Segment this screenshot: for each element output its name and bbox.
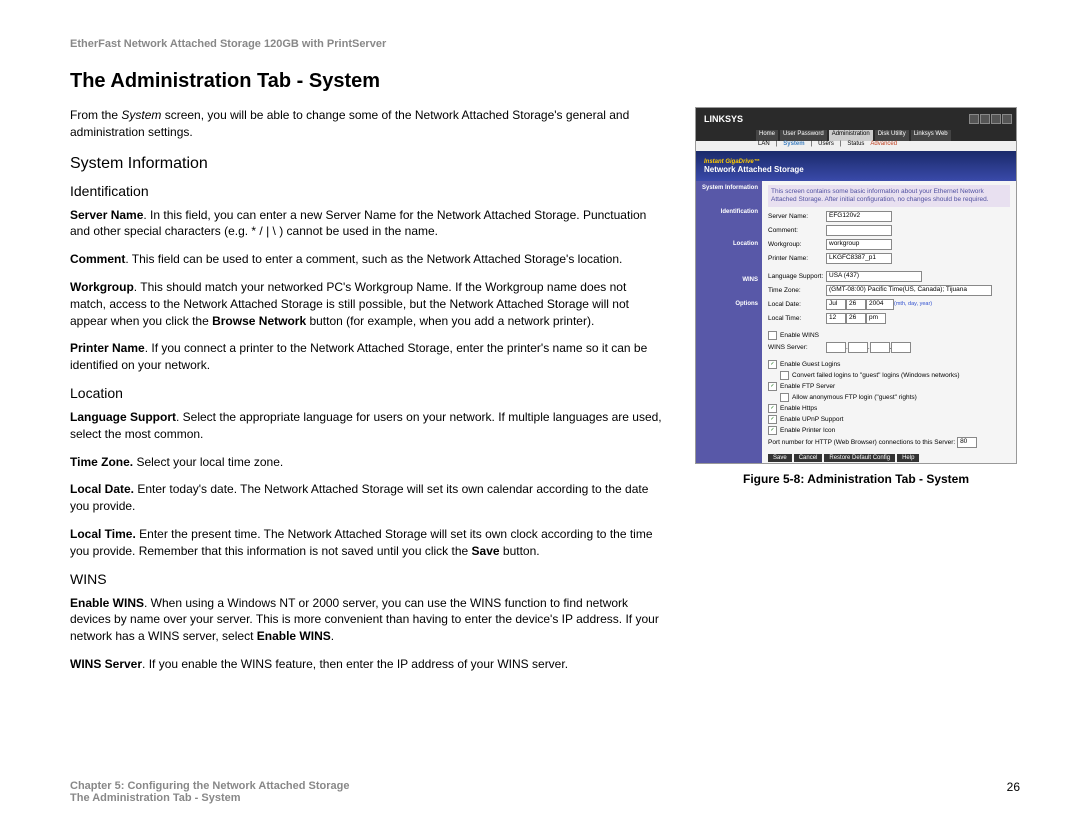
- help-button[interactable]: Help: [897, 454, 919, 462]
- figure-screenshot: LINKSYS Home User Password Administratio…: [695, 107, 1017, 464]
- para-server-name: Server Name. In this field, you can ente…: [70, 207, 665, 241]
- button-row: Save Cancel Restore Default Config Help: [768, 454, 1010, 462]
- sidebar-options: Options: [696, 301, 758, 307]
- restore-button[interactable]: Restore Default Config: [824, 454, 895, 462]
- enable-https-checkbox[interactable]: [768, 404, 777, 413]
- banner: Instant GigaDrive™ Network Attached Stor…: [696, 151, 1016, 181]
- footer-section: The Administration Tab - System: [70, 792, 1020, 804]
- subtab-users[interactable]: Users: [818, 141, 834, 151]
- para-wins-server: WINS Server. If you enable the WINS feat…: [70, 656, 665, 673]
- tab-administration[interactable]: Administration: [829, 130, 873, 141]
- date-year-input[interactable]: 2004: [866, 299, 894, 310]
- date-day-input[interactable]: 26: [846, 299, 866, 310]
- page-number: 26: [1007, 780, 1020, 794]
- comment-input[interactable]: [826, 225, 892, 236]
- subtab-status[interactable]: Status: [847, 141, 864, 151]
- tab-disk-utility[interactable]: Disk Utility: [875, 130, 909, 141]
- para-language: Language Support. Select the appropriate…: [70, 409, 665, 443]
- wins-ip-2[interactable]: [848, 342, 868, 353]
- page-title: The Administration Tab - System: [70, 70, 1020, 93]
- form-panel: This screen contains some basic informat…: [762, 181, 1016, 464]
- section-system-information: System Information: [70, 155, 665, 173]
- para-local-time: Local Time. Enter the present time. The …: [70, 526, 665, 560]
- sidebar-wins: WINS: [696, 277, 758, 283]
- main-nav-tabs: Home User Password Administration Disk U…: [696, 130, 1016, 141]
- subtab-lan[interactable]: LAN: [758, 141, 770, 151]
- para-workgroup: Workgroup. This should match your networ…: [70, 279, 665, 329]
- subsection-identification: Identification: [70, 183, 665, 199]
- subsection-location: Location: [70, 385, 665, 401]
- date-month-input[interactable]: Jul: [826, 299, 846, 310]
- topbar-icons: [969, 114, 1012, 124]
- sidebar: System Information Identification Locati…: [696, 181, 762, 464]
- time-min-input[interactable]: 26: [846, 313, 866, 324]
- page-footer: 26 Chapter 5: Configuring the Network At…: [70, 780, 1020, 804]
- workgroup-input[interactable]: workgroup: [826, 239, 892, 250]
- para-timezone: Time Zone. Select your local time zone.: [70, 454, 665, 471]
- timezone-select[interactable]: (GMT-08:00) Pacific Time(US, Canada); Ti…: [826, 285, 992, 296]
- http-port-input[interactable]: 80: [957, 437, 977, 448]
- sidebar-identification: Identification: [696, 209, 758, 215]
- tab-home[interactable]: Home: [756, 130, 778, 141]
- para-enable-wins: Enable WINS. When using a Windows NT or …: [70, 595, 665, 645]
- enable-guest-checkbox[interactable]: [768, 360, 777, 369]
- enable-ftp-checkbox[interactable]: [768, 382, 777, 391]
- time-ampm-select[interactable]: pm: [866, 313, 886, 324]
- sidebar-sysinfo: System Information: [696, 185, 758, 191]
- tab-linksys-web[interactable]: Linksys Web: [911, 130, 951, 141]
- enable-wins-checkbox[interactable]: [768, 331, 777, 340]
- subtab-advanced[interactable]: Advanced: [870, 141, 897, 151]
- sub-nav-tabs: LAN| System| Users| Status Advanced: [696, 141, 1016, 151]
- anon-ftp-checkbox[interactable]: [780, 393, 789, 402]
- linksys-logo: LINKSYS: [704, 114, 743, 124]
- intro-paragraph: From the System screen, you will be able…: [70, 107, 665, 141]
- wins-ip-3[interactable]: [870, 342, 890, 353]
- body-text-column: From the System screen, you will be able…: [70, 107, 665, 684]
- product-header: EtherFast Network Attached Storage 120GB…: [70, 38, 1020, 50]
- subtab-system[interactable]: System: [783, 141, 804, 151]
- para-printer-name: Printer Name. If you connect a printer t…: [70, 340, 665, 374]
- tab-user-password[interactable]: User Password: [780, 130, 827, 141]
- cancel-button[interactable]: Cancel: [794, 454, 823, 462]
- convert-guest-checkbox[interactable]: [780, 371, 789, 380]
- wins-ip-1[interactable]: [826, 342, 846, 353]
- save-button[interactable]: Save: [768, 454, 792, 462]
- subsection-wins: WINS: [70, 571, 665, 587]
- para-local-date: Local Date. Enter today's date. The Netw…: [70, 481, 665, 515]
- footer-chapter: Chapter 5: Configuring the Network Attac…: [70, 780, 1020, 792]
- figure-caption: Figure 5-8: Administration Tab - System: [695, 472, 1017, 486]
- language-select[interactable]: USA (437): [826, 271, 922, 282]
- para-comment: Comment. This field can be used to enter…: [70, 251, 665, 268]
- panel-description: This screen contains some basic informat…: [768, 185, 1010, 207]
- wins-ip-4[interactable]: [891, 342, 911, 353]
- time-hour-input[interactable]: 12: [826, 313, 846, 324]
- enable-printer-icon-checkbox[interactable]: [768, 426, 777, 435]
- server-name-input[interactable]: EFG120v2: [826, 211, 892, 222]
- printer-name-input[interactable]: LKGFC8387_p1: [826, 253, 892, 264]
- sidebar-location: Location: [696, 241, 758, 247]
- enable-upnp-checkbox[interactable]: [768, 415, 777, 424]
